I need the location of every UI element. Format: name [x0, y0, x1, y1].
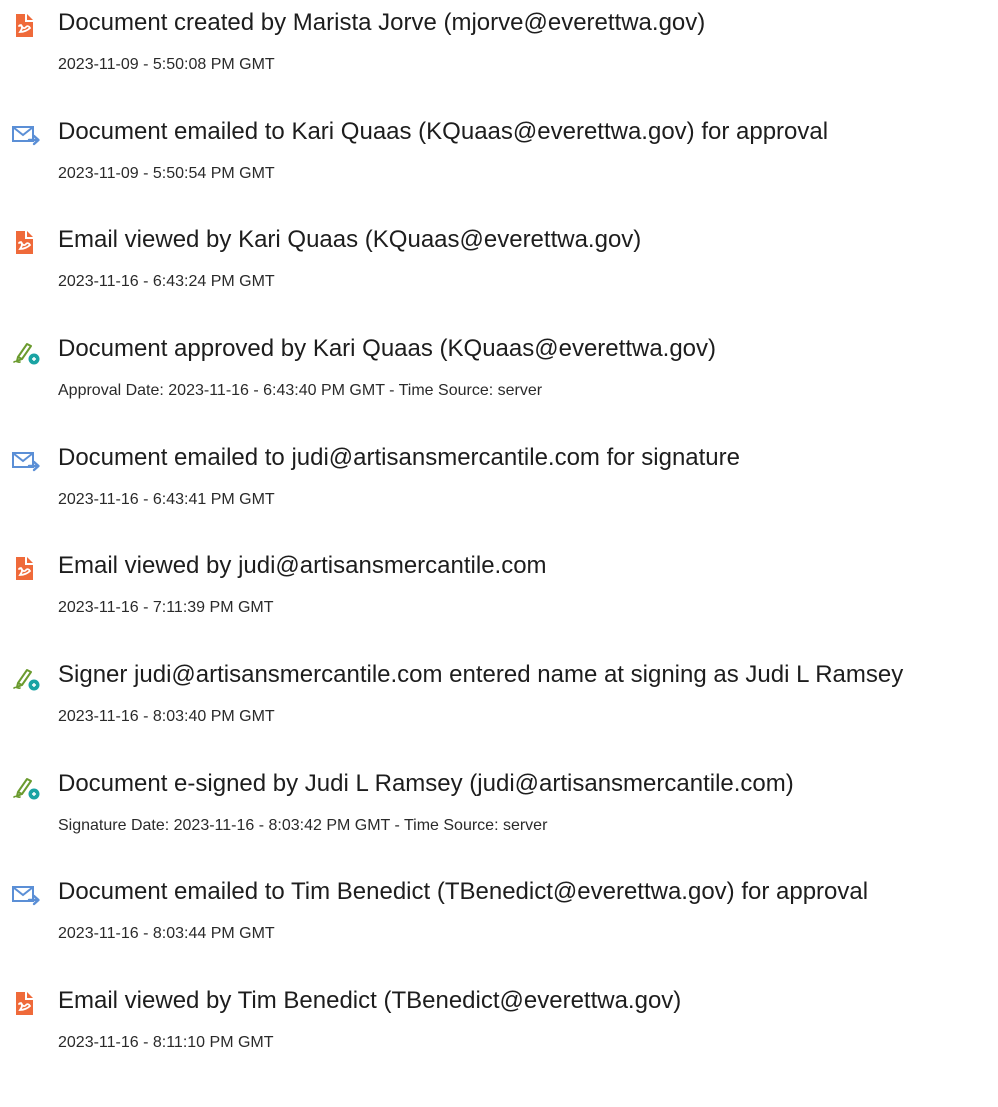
document-icon	[10, 9, 42, 41]
event-timestamp: 2023-11-16 - 6:43:24 PM GMT	[58, 273, 275, 290]
event-timestamp: 2023-11-09 - 5:50:54 PM GMT	[58, 165, 275, 182]
event-description: Email viewed by Kari Quaas (KQuaas@evere…	[58, 226, 642, 253]
event-description: Signer judi@artisansmercantile.com enter…	[58, 661, 904, 688]
event-timestamp: 2023-11-16 - 8:03:44 PM GMT	[58, 925, 275, 942]
event-description: Document emailed to Tim Benedict (TBened…	[58, 878, 869, 905]
signature-pen-icon	[10, 661, 42, 693]
audit-event: Email viewed by Kari Quaas (KQuaas@evere…	[0, 217, 998, 297]
document-icon	[10, 987, 42, 1019]
event-description: Email viewed by Tim Benedict (TBenedict@…	[58, 987, 682, 1014]
document-icon	[10, 226, 42, 258]
audit-event: Document approved by Kari Quaas (KQuaas@…	[0, 326, 998, 406]
audit-event: Document e-signed by Judi L Ramsey (judi…	[0, 761, 998, 841]
signature-pen-icon	[10, 335, 42, 367]
audit-event: Email viewed by judi@artisansmercantile.…	[0, 543, 998, 623]
event-description: Document emailed to Kari Quaas (KQuaas@e…	[58, 118, 829, 145]
email-sent-icon	[10, 444, 42, 476]
audit-event: Document created by Marista Jorve (mjorv…	[0, 0, 998, 80]
event-description: Document created by Marista Jorve (mjorv…	[58, 9, 706, 36]
email-sent-icon	[10, 118, 42, 150]
event-timestamp: 2023-11-16 - 8:03:40 PM GMT	[58, 708, 275, 725]
event-description: Document emailed to judi@artisansmercant…	[58, 444, 740, 471]
event-description: Document approved by Kari Quaas (KQuaas@…	[58, 335, 717, 362]
event-description: Document e-signed by Judi L Ramsey (judi…	[58, 770, 794, 797]
event-description: Email viewed by judi@artisansmercantile.…	[58, 552, 547, 579]
audit-event: Signer judi@artisansmercantile.com enter…	[0, 652, 998, 732]
event-timestamp: Approval Date: 2023-11-16 - 6:43:40 PM G…	[58, 382, 543, 399]
audit-event: Document emailed to Tim Benedict (TBened…	[0, 869, 998, 949]
event-timestamp: 2023-11-16 - 8:11:10 PM GMT	[58, 1034, 274, 1051]
email-sent-icon	[10, 878, 42, 910]
event-timestamp: Signature Date: 2023-11-16 - 8:03:42 PM …	[58, 817, 548, 834]
document-icon	[10, 552, 42, 584]
signature-pen-icon	[10, 770, 42, 802]
audit-event: Document emailed to judi@artisansmercant…	[0, 435, 998, 515]
event-timestamp: 2023-11-09 - 5:50:08 PM GMT	[58, 56, 275, 73]
event-timestamp: 2023-11-16 - 6:43:41 PM GMT	[58, 491, 275, 508]
audit-event: Email viewed by Tim Benedict (TBenedict@…	[0, 978, 998, 1058]
event-timestamp: 2023-11-16 - 7:11:39 PM GMT	[58, 599, 274, 616]
audit-event: Document emailed to Kari Quaas (KQuaas@e…	[0, 109, 998, 189]
